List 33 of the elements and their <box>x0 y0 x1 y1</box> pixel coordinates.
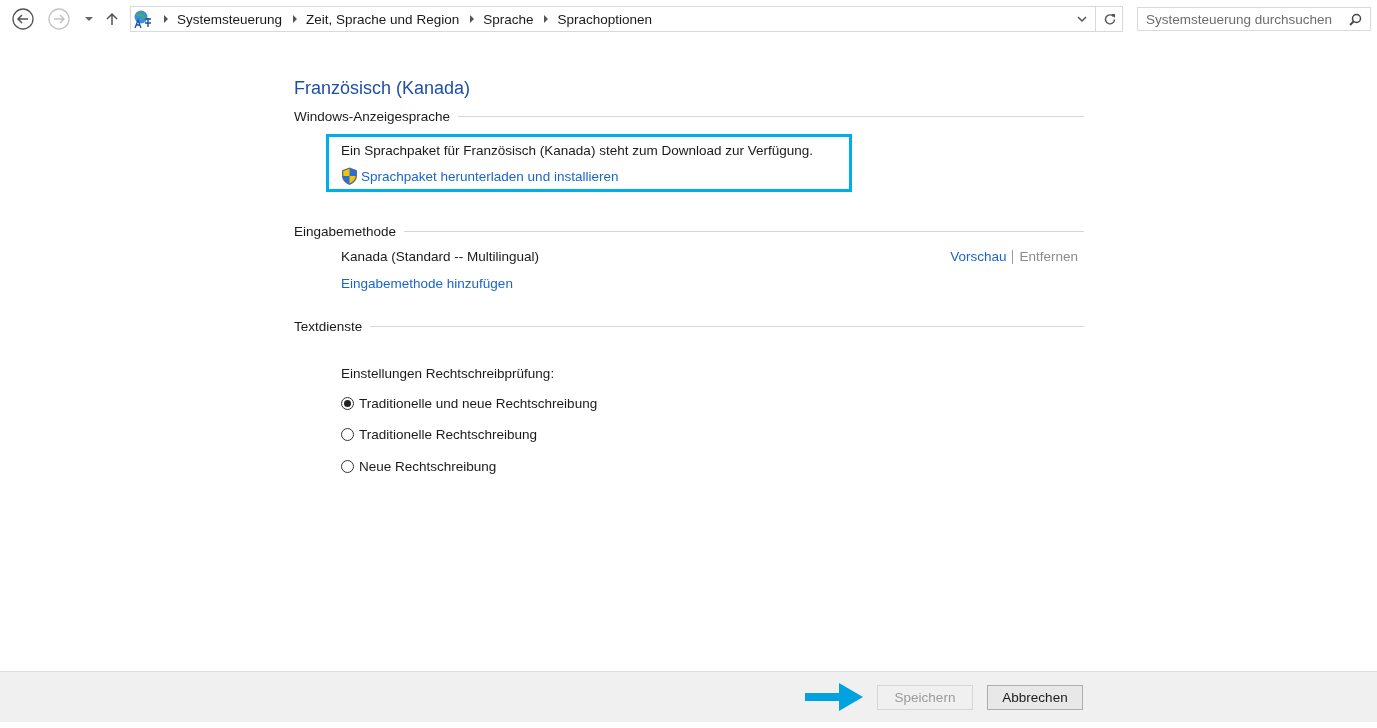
radio-label[interactable]: Traditionelle Rechtschreibung <box>359 427 538 442</box>
section-heading: Eingabemethode <box>294 224 397 239</box>
breadcrumb-item[interactable]: Sprachoptionen <box>557 11 653 27</box>
page-title: Französisch (Kanada) <box>294 78 472 99</box>
globe-icon <box>133 9 153 29</box>
input-method-name: Kanada (Standard -- Multilingual) <box>341 249 540 264</box>
radio-label[interactable]: Traditionelle und neue Rechtschreibung <box>359 395 598 411</box>
breadcrumb-item[interactable]: Systemsteuerung <box>177 11 283 27</box>
info-message: Ein Sprachpaket für Französisch (Kanada) steht zum Download zur Verfügung. <box>341 143 814 158</box>
chevron-icon <box>543 15 550 23</box>
radio-label[interactable]: Neue Rechtschreibung <box>359 458 497 474</box>
shield-icon <box>341 167 358 185</box>
breadcrumb-item[interactable]: Sprache <box>483 11 534 27</box>
chevron-icon <box>163 15 169 23</box>
refresh-icon[interactable] <box>1104 13 1116 25</box>
address-bar[interactable]: Systemsteuerung Zeit, Sprache und Region Sprache Sprachoptionen <box>130 6 1123 32</box>
chevron-icon <box>469 15 476 23</box>
add-input-method-link[interactable]: Eingabemethode hinzufügen <box>341 276 513 291</box>
action-link[interactable]: Vorschau <box>950 249 1007 264</box>
breadcrumb-item[interactable]: Zeit, Sprache und Region <box>306 11 460 27</box>
download-link[interactable]: Sprachpaket herunterladen und installieren <box>361 168 619 184</box>
section-heading: Windows-Anzeigesprache <box>294 109 451 124</box>
dropdown-caret-icon[interactable] <box>84 16 94 22</box>
pointer-arrow <box>805 683 863 711</box>
chevron-down-icon[interactable] <box>1077 15 1087 23</box>
spellcheck-label: Einstellungen Rechtschreibprüfung: <box>341 366 556 381</box>
search-field[interactable]: Systemsteuerung durchsuchen <box>1137 7 1371 31</box>
cancel-button[interactable]: Abbrechen <box>987 684 1083 710</box>
up-arrow-icon[interactable] <box>106 12 118 26</box>
back-button[interactable] <box>10 6 36 32</box>
search-icon[interactable] <box>1349 12 1362 26</box>
chevron-icon <box>292 15 299 23</box>
section-heading: Textdienste <box>294 319 363 334</box>
